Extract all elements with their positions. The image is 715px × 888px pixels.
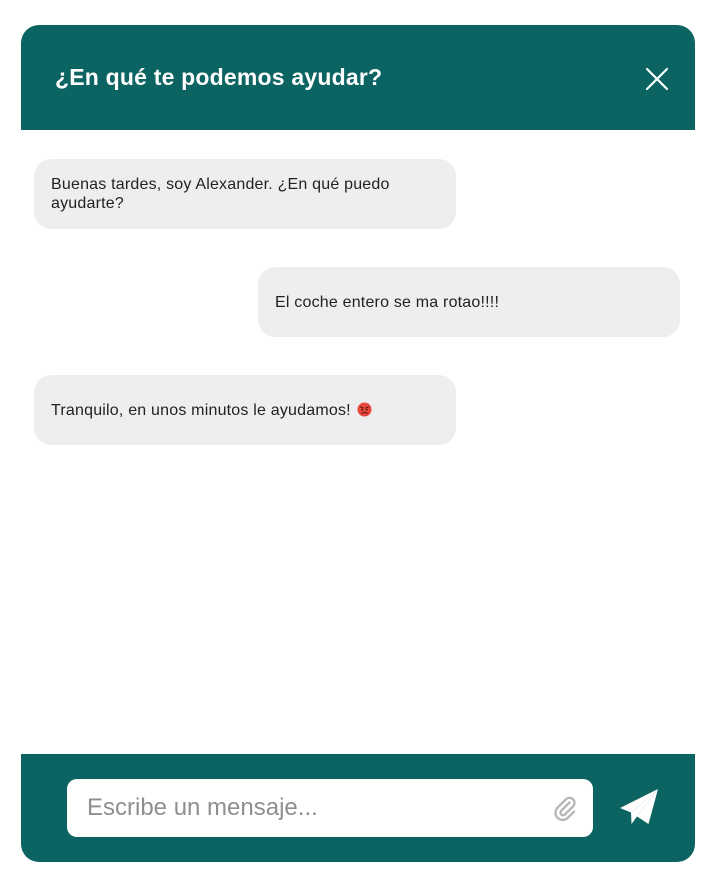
message-text: El coche entero se ma rotao!!!! [275, 293, 500, 311]
agent-message: Buenas tardes, soy Alexander. ¿En qué pu… [34, 159, 456, 229]
send-button[interactable] [618, 787, 660, 829]
agent-message: Tranquilo, en unos minutos le ayudamos! [34, 375, 456, 445]
message-text: Tranquilo, en unos minutos le ayudamos! [51, 401, 351, 419]
close-icon [645, 67, 669, 91]
message-input-box[interactable] [67, 779, 593, 837]
chat-title: ¿En qué te podemos ayudar? [55, 64, 383, 90]
composer-bar [21, 754, 695, 862]
user-message: El coche entero se ma rotao!!!! [258, 267, 680, 337]
message-list: Buenas tardes, soy Alexander. ¿En qué pu… [21, 130, 695, 754]
angry-face-emoji-icon [357, 401, 373, 417]
chat-header: ¿En qué te podemos ayudar? [21, 25, 695, 130]
attach-button[interactable] [551, 794, 579, 822]
paper-plane-icon [620, 789, 658, 824]
chat-widget: ¿En qué te podemos ayudar? Buenas tardes… [21, 25, 695, 862]
close-button[interactable] [643, 65, 671, 93]
paperclip-icon [554, 796, 576, 822]
message-input[interactable] [87, 779, 527, 837]
message-text-wrapper: Tranquilo, en unos minutos le ayudamos! [51, 401, 373, 420]
message-text: Buenas tardes, soy Alexander. ¿En qué pu… [51, 176, 390, 212]
